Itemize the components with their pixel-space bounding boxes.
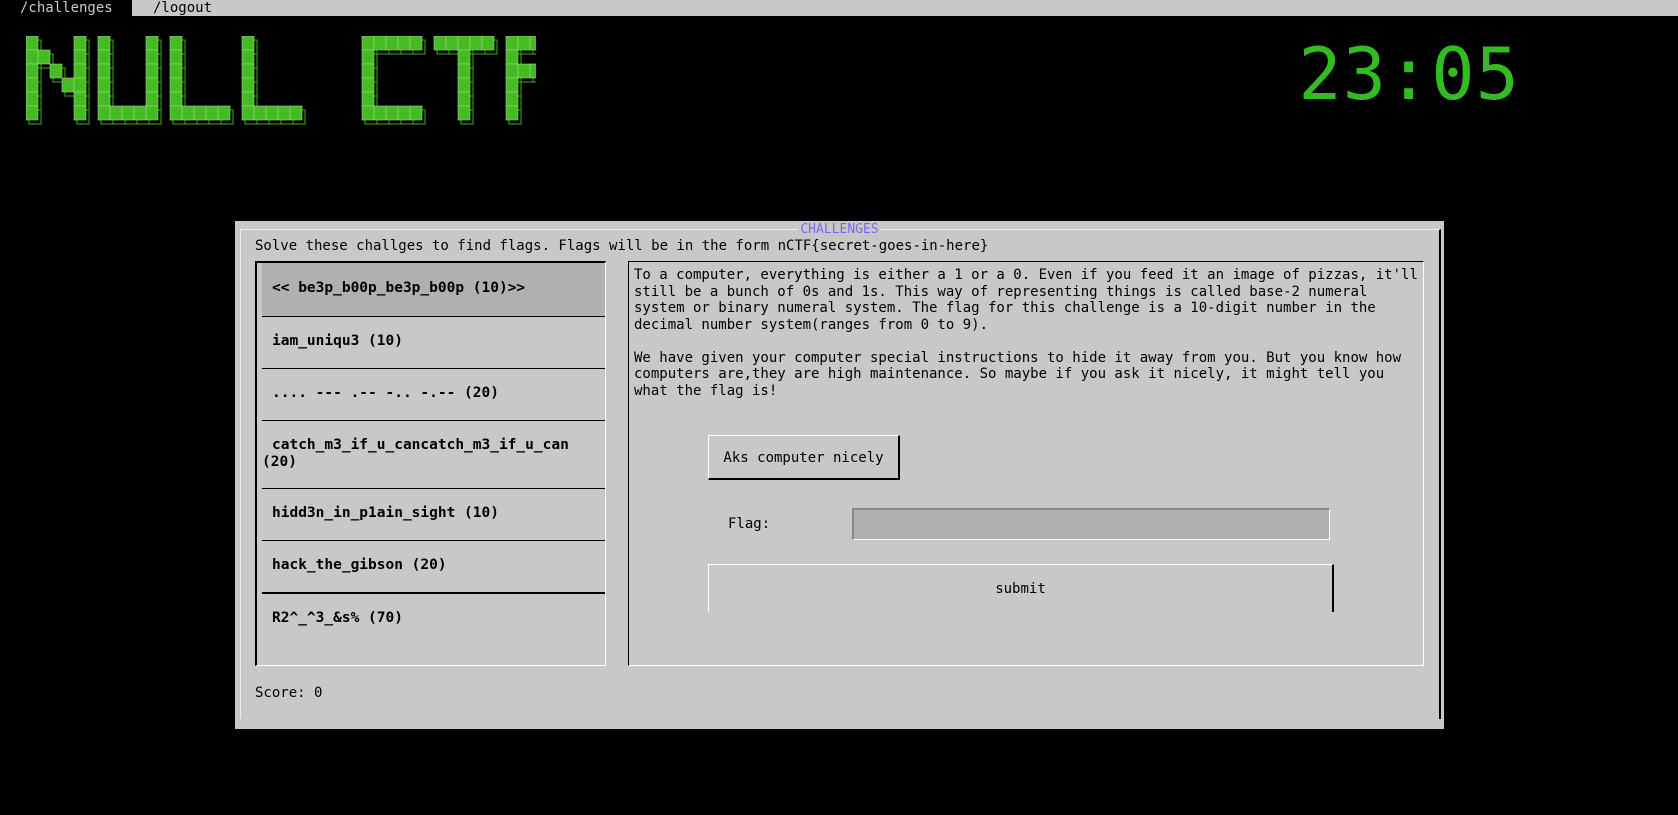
challenge-list: << be3p_b00p_be3p_b00p (10)>> iam_uniqu3… bbox=[255, 261, 606, 666]
challenge-item[interactable]: catch_m3_if_u_cancatch_m3_if_u_can (20) bbox=[262, 420, 605, 488]
challenge-item[interactable]: .... --- .-- -.. -.-- (20) bbox=[262, 368, 605, 420]
clock: 23:05 bbox=[1298, 32, 1520, 116]
nav-logout-link[interactable]: /logout bbox=[153, 0, 212, 16]
panel-title: CHALLENGES bbox=[798, 222, 881, 237]
challenge-label: hack_the_gibson (20) bbox=[272, 557, 447, 573]
ask-computer-button[interactable]: Aks computer nicely bbox=[708, 435, 900, 480]
flag-label: Flag: bbox=[728, 516, 771, 532]
submit-button[interactable]: submit bbox=[708, 564, 1334, 612]
intro-text: Solve these challges to find flags. Flag… bbox=[255, 238, 989, 254]
challenge-item[interactable]: iam_uniqu3 (10) bbox=[262, 316, 605, 368]
nav-challenges-link[interactable]: /challenges bbox=[0, 0, 132, 16]
challenge-label: R2^_^3_&s% (70) bbox=[272, 610, 403, 626]
challenge-label: catch_m3_if_u_cancatch_m3_if_u_can (20) bbox=[262, 437, 569, 470]
null-ctf-logo bbox=[26, 36, 536, 125]
score-value: 0 bbox=[314, 685, 323, 701]
challenge-label: hidd3n_in_p1ain_sight (10) bbox=[272, 505, 499, 521]
challenge-label: << be3p_b00p_be3p_b00p (10)>> bbox=[272, 280, 526, 296]
challenge-item[interactable]: hack_the_gibson (20) bbox=[262, 540, 605, 592]
panel-title-wrap: CHALLENGES bbox=[235, 222, 1444, 237]
challenge-label: .... --- .-- -.. -.-- (20) bbox=[272, 385, 499, 401]
flag-input[interactable] bbox=[852, 508, 1330, 540]
challenge-item[interactable]: << be3p_b00p_be3p_b00p (10)>> bbox=[262, 263, 605, 316]
challenge-item[interactable]: R2^_^3_&s% (70) bbox=[262, 592, 605, 665]
top-nav: /challenges /logout bbox=[0, 0, 1678, 16]
score: Score: 0 bbox=[255, 685, 322, 701]
challenge-description: To a computer, everything is either a 1 … bbox=[634, 267, 1418, 399]
challenges-panel: CHALLENGES Solve these challges to find … bbox=[235, 221, 1444, 729]
challenge-detail: To a computer, everything is either a 1 … bbox=[628, 261, 1424, 666]
score-label: Score: bbox=[255, 685, 306, 701]
challenge-label: iam_uniqu3 (10) bbox=[272, 333, 403, 349]
challenge-item[interactable]: hidd3n_in_p1ain_sight (10) bbox=[262, 488, 605, 540]
